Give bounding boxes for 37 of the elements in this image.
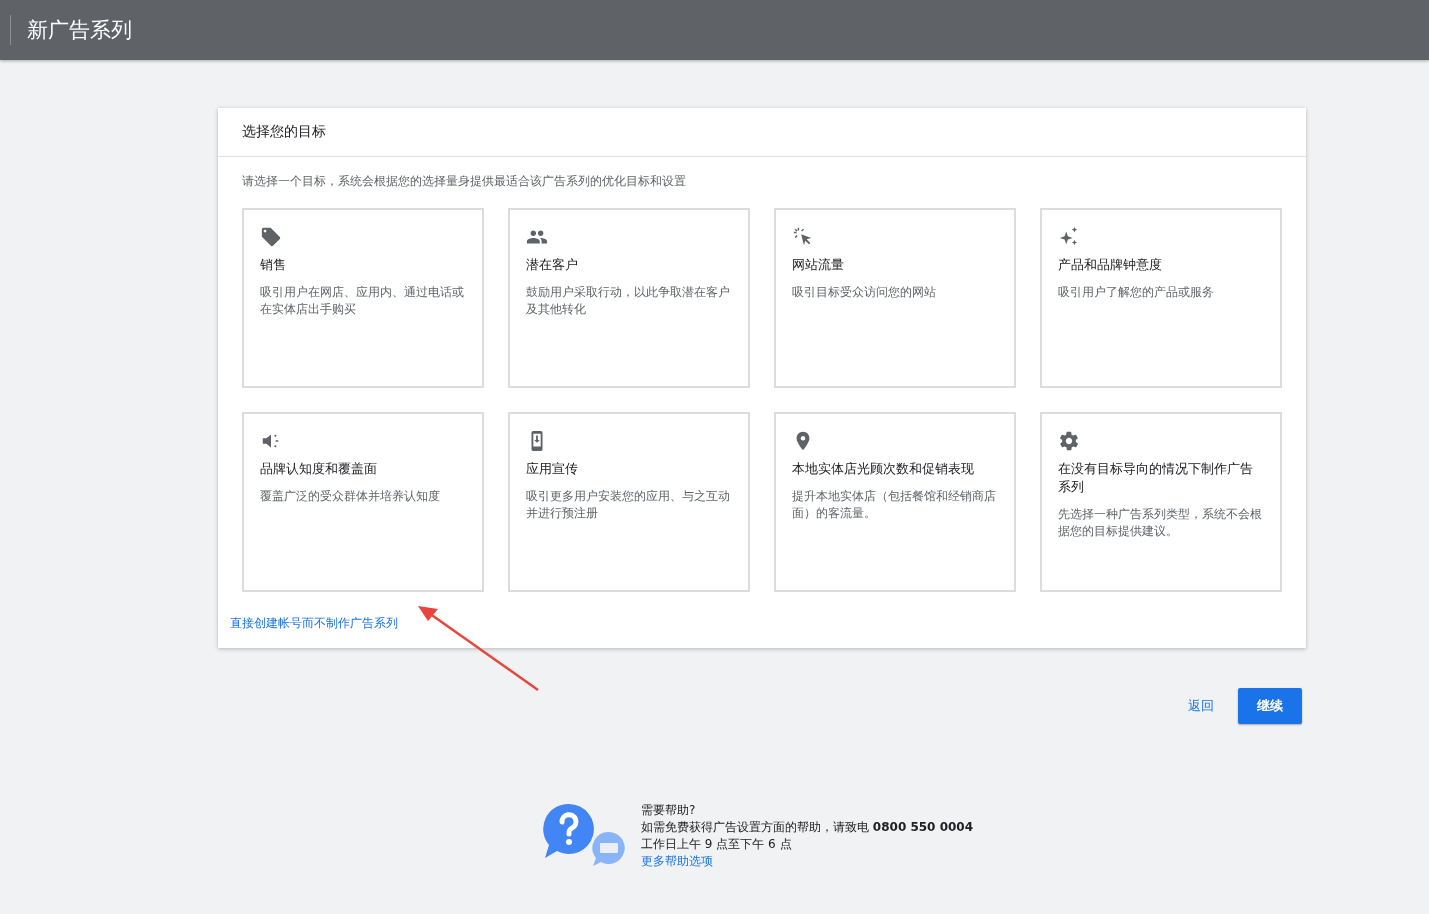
goal-title: 品牌认知度和覆盖面: [260, 460, 378, 478]
goal-description: 吸引用户了解您的产品或服务: [1058, 284, 1215, 301]
goal-title: 潜在客户: [526, 256, 579, 274]
help-phone-text: 如需免费获得广告设置方面的帮助，请致电 0800 550 0004: [641, 819, 974, 836]
goal-title: 在没有目标导向的情况下制作广告系列: [1058, 460, 1254, 496]
help-hours-text: 工作日上午 9 点至下午 6 点: [641, 836, 793, 853]
panel-title: 选择您的目标: [242, 123, 326, 141]
goal-description: 提升本地实体店（包括餐馆和经销商店面）的客流量。: [792, 488, 997, 522]
goal-description: 先选择一种广告系列类型，系统不会根据您的目标提供建议。: [1058, 506, 1263, 540]
goal-card[interactable]: 应用宣传 吸引更多用户安装您的应用、与之互动并进行预注册: [508, 412, 750, 592]
goal-description: 吸引更多用户安装您的应用、与之互动并进行预注册: [526, 488, 731, 522]
goal-card[interactable]: 潜在客户 鼓励用户采取行动，以此争取潜在客户及其他转化: [508, 208, 750, 388]
goal-card[interactable]: 网站流量 吸引目标受众访问您的网站: [774, 208, 1016, 388]
goal-description: 吸引用户在网店、应用内、通过电话或在实体店出手购买: [260, 284, 465, 318]
create-account-link[interactable]: 直接创建帐号而不制作广告系列: [230, 616, 398, 630]
goal-title: 应用宣传: [526, 460, 579, 478]
goal-card[interactable]: 产品和品牌钟意度 吸引用户了解您的产品或服务: [1040, 208, 1282, 388]
goal-description: 覆盖广泛的受众群体并培养认知度: [260, 488, 441, 505]
goal-title: 销售: [260, 256, 287, 274]
goal-card[interactable]: 本地实体店光顾次数和促销表现 提升本地实体店（包括餐馆和经销商店面）的客流量。: [774, 412, 1016, 592]
goal-title: 产品和品牌钟意度: [1058, 256, 1163, 274]
help-title: 需要帮助?: [641, 802, 697, 819]
intro-text: 请选择一个目标，系统会根据您的选择量身提供最适合该广告系列的优化目标和设置: [242, 173, 687, 190]
goal-card[interactable]: 销售 吸引用户在网店、应用内、通过电话或在实体店出手购买: [242, 208, 484, 388]
back-link[interactable]: 返回: [1188, 697, 1214, 715]
goal-card[interactable]: 在没有目标导向的情况下制作广告系列 先选择一种广告系列类型，系统不会根据您的目标提供建议。: [1040, 412, 1282, 592]
settings-icon: [1058, 430, 1080, 452]
sparkle-icon: [1058, 226, 1080, 248]
tag-icon: [260, 226, 282, 248]
goal-description: 鼓励用户采取行动，以此争取潜在客户及其他转化: [526, 284, 731, 318]
page-title: 新广告系列: [27, 17, 132, 44]
goal-description: 吸引目标受众访问您的网站: [792, 284, 937, 301]
more-help-link[interactable]: 更多帮助选项: [641, 853, 713, 870]
goal-title: 本地实体店光顾次数和促销表现: [792, 460, 975, 478]
goal-card[interactable]: 品牌认知度和覆盖面 覆盖广泛的受众群体并培养认知度: [242, 412, 484, 592]
goal-title: 网站流量: [792, 256, 845, 274]
continue-button[interactable]: 继续: [1238, 688, 1302, 724]
